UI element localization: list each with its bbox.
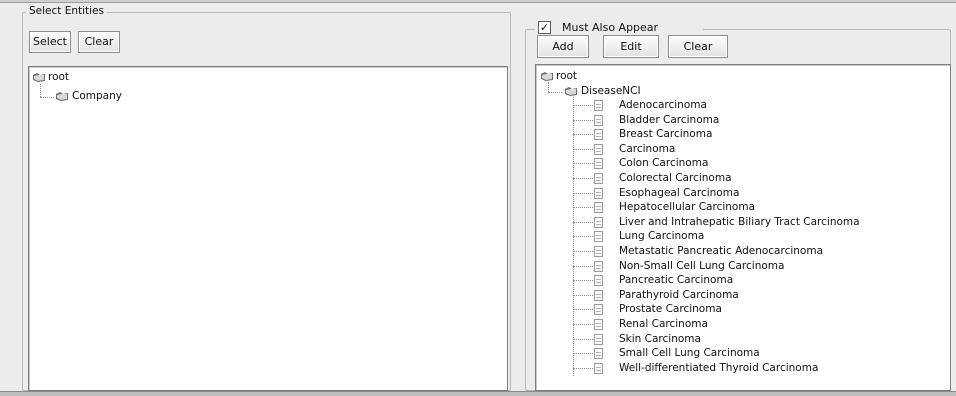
document-icon <box>594 173 603 184</box>
tree-leaf-label: Esophageal Carcinoma <box>619 186 740 199</box>
must-also-appear-label: Must Also Appear <box>562 21 659 34</box>
window-top-edge <box>0 0 956 3</box>
tree-connector <box>573 105 593 106</box>
tree-connector <box>573 294 593 296</box>
select-button[interactable]: Select <box>29 31 71 53</box>
document-icon <box>594 158 603 170</box>
tree-leaf-label: Pancreatic Carcinoma <box>619 274 734 287</box>
tree-connector <box>573 134 593 136</box>
tree-connector <box>40 97 54 98</box>
tree-connector <box>573 221 593 223</box>
tree-leaf-label: Non-Small Cell Lung Carcinoma <box>619 259 785 272</box>
document-icon <box>594 348 603 360</box>
document-icon <box>594 231 603 243</box>
document-icon <box>594 187 603 199</box>
tree-connector <box>573 207 593 209</box>
document-icon <box>594 333 603 345</box>
tree-leaf-label: Lung Carcinoma <box>619 230 705 243</box>
tree-connector <box>548 92 562 93</box>
tree-leaf-label: Prostate Carcinoma <box>619 303 722 316</box>
window-bottom-edge <box>0 391 956 396</box>
document-icon <box>594 275 603 287</box>
must-also-appear-header: ✓ Must Also Appear <box>535 20 703 36</box>
tree-leaf-label: Renal Carcinoma <box>619 318 708 330</box>
tree-connector <box>573 353 593 355</box>
tree-node-label: root <box>48 71 70 83</box>
select-entities-title: Select Entities <box>26 5 108 17</box>
tree-node-label: Company <box>72 90 122 102</box>
document-icon <box>594 100 603 111</box>
folder-icon <box>56 92 68 101</box>
tree-leaf-label: Colon Carcinoma <box>619 157 709 170</box>
entities-tree[interactable]: root Company <box>28 66 508 391</box>
document-icon <box>594 216 603 228</box>
tree-leaf-label: Liver and Intrahepatic Biliary Tract Car… <box>619 215 860 228</box>
tree-connector <box>573 324 593 325</box>
document-icon <box>594 304 603 316</box>
document-icon <box>594 114 603 126</box>
document-icon <box>594 202 603 214</box>
clear-button[interactable]: Clear <box>78 31 120 53</box>
tree-connector <box>40 84 41 97</box>
tree-connector <box>573 280 593 282</box>
document-icon <box>594 289 603 301</box>
folder-icon <box>541 72 553 81</box>
tree-leaf-label: Colorectal Carcinoma <box>619 172 732 184</box>
tree-leaf-label: Metastatic Pancreatic Adenocarcinoma <box>619 245 824 257</box>
document-icon <box>594 362 603 374</box>
tree-node-label: root <box>556 70 578 82</box>
tree-connector <box>573 192 593 194</box>
tree-connector <box>573 119 593 121</box>
tree-connector <box>548 82 549 92</box>
tree-connector <box>573 148 593 150</box>
tree-leaf-label: Carcinoma <box>619 142 676 155</box>
tree-leaf-label: Skin Carcinoma <box>619 332 701 345</box>
tree-node-label: DiseaseNCI <box>581 85 641 97</box>
tree-leaf-label: Hepatocellular Carcinoma <box>619 201 756 214</box>
tree-connector <box>573 367 593 369</box>
tree-leaf-label: Adenocarcinoma <box>619 99 707 111</box>
tree-leaf-label: Bladder Carcinoma <box>619 113 720 126</box>
tree-leaf-label: Breast Carcinoma <box>619 128 713 141</box>
tree-leaf-label: Well-differentiated Thyroid Carcinoma <box>619 361 819 374</box>
clear-button[interactable]: Clear <box>668 35 728 58</box>
tree-connector <box>573 163 593 165</box>
tree-leaf-label: Small Cell Lung Carcinoma <box>619 347 760 360</box>
must-also-appear-checkbox[interactable]: ✓ <box>538 21 551 34</box>
folder-icon <box>33 73 45 82</box>
document-icon <box>594 260 603 272</box>
document-icon <box>594 129 603 141</box>
document-icon <box>594 143 603 155</box>
must-appear-tree[interactable]: root DiseaseNCI Adenocarcinoma Bladder Ca… <box>535 64 951 391</box>
tree-connector <box>573 338 593 340</box>
tree-connector <box>573 309 593 311</box>
document-icon <box>594 246 603 257</box>
tree-connector <box>573 236 593 238</box>
add-button[interactable]: Add <box>537 35 589 58</box>
edit-button[interactable]: Edit <box>603 35 659 58</box>
tree-connector <box>573 251 593 252</box>
tree-connector <box>573 178 593 179</box>
folder-icon <box>565 87 577 96</box>
tree-connector <box>573 265 593 267</box>
document-icon <box>594 319 603 330</box>
tree-leaf-label: Parathyroid Carcinoma <box>619 288 739 301</box>
